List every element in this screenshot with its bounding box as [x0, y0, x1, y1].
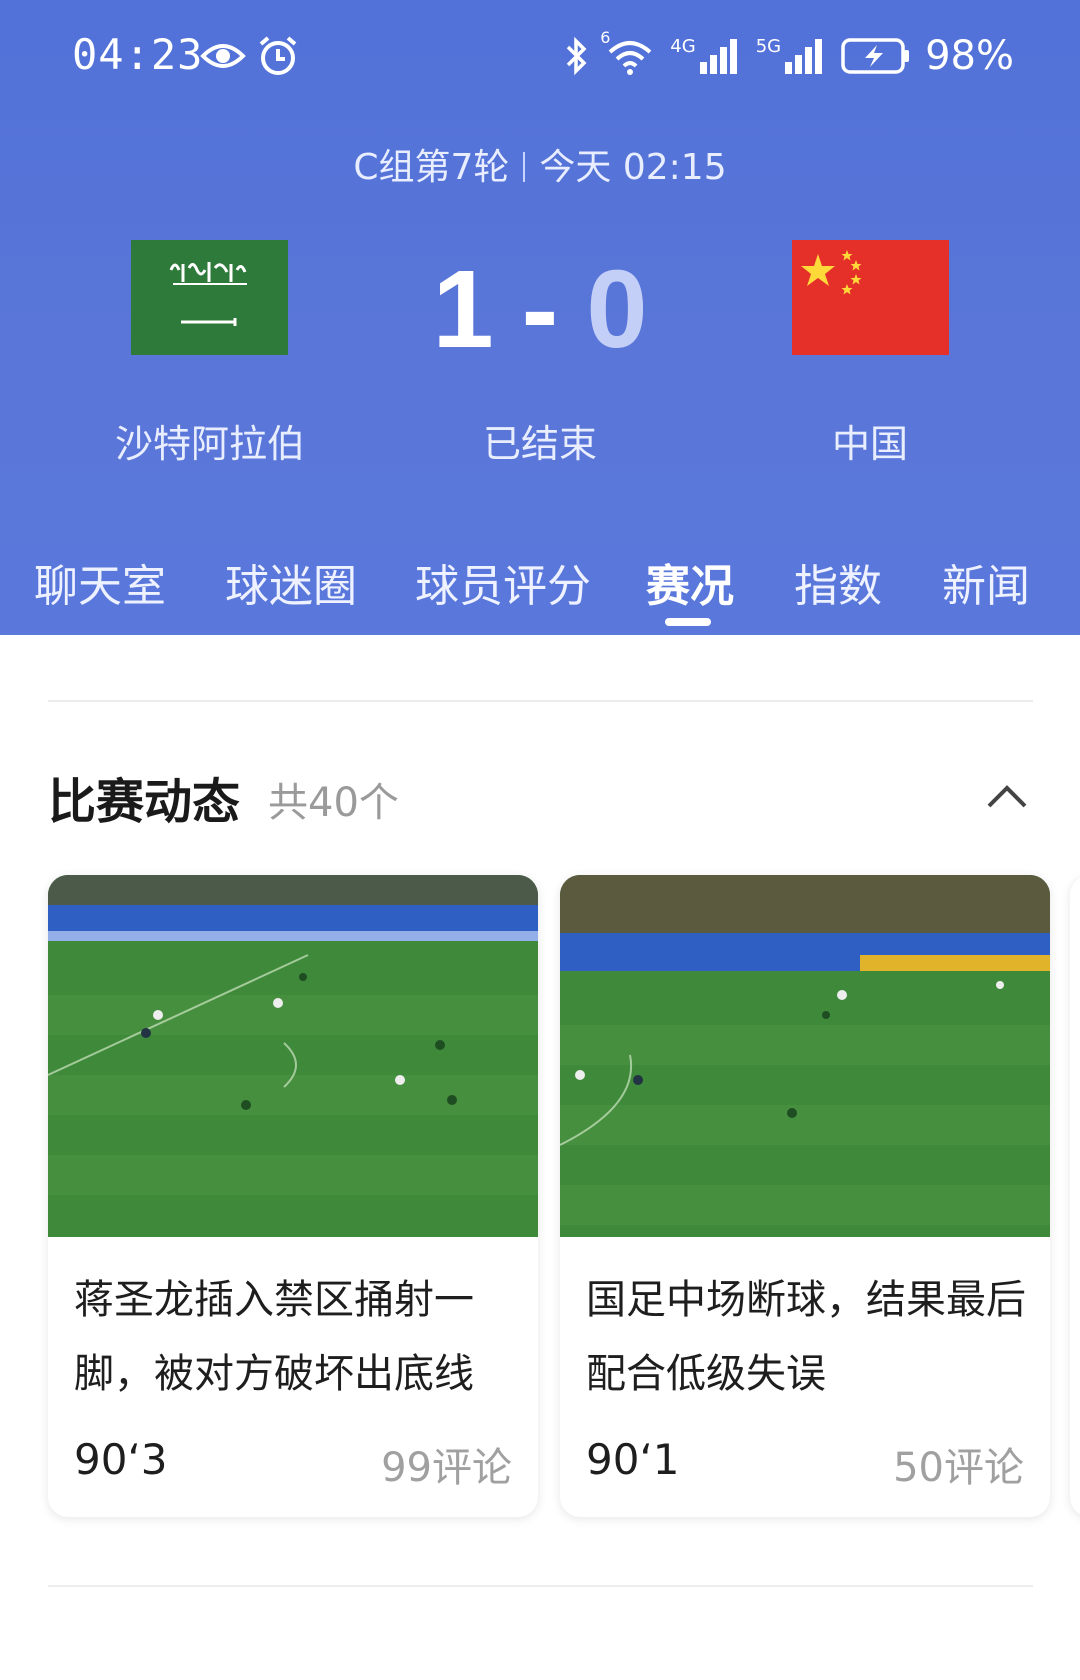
- status-time: 04:23: [72, 30, 204, 79]
- tab-index[interactable]: 指数: [794, 550, 882, 614]
- tab-news[interactable]: 新闻: [942, 550, 1030, 614]
- battery-percent: 98%: [925, 33, 1014, 79]
- tab-fan-circle[interactable]: 球迷圈: [225, 550, 357, 614]
- home-team-name[interactable]: 沙特阿拉伯: [60, 413, 360, 468]
- tab-match-live[interactable]: 赛况: [646, 550, 734, 614]
- section-count: 共40个: [268, 780, 399, 826]
- event-card-peek[interactable]: [1070, 875, 1080, 1517]
- comment-count[interactable]: 50评论: [893, 1435, 1024, 1493]
- info-divider: [523, 152, 526, 182]
- divider-bottom: [48, 1585, 1033, 1587]
- score-separator: -: [521, 248, 559, 371]
- signal-4g-icon: 4G: [670, 36, 741, 76]
- eye-icon: [200, 44, 246, 68]
- match-time: 今天 02:15: [539, 147, 727, 188]
- chevron-up-icon[interactable]: [984, 780, 1030, 812]
- video-thumbnail[interactable]: [560, 875, 1050, 1237]
- event-caption: 国足中场断球，结果最后配合低级失误: [586, 1277, 1026, 1397]
- match-round: C组第7轮: [353, 147, 510, 188]
- video-thumbnail[interactable]: [48, 875, 538, 1237]
- bluetooth-icon: [567, 36, 587, 76]
- match-header: 04:23 6 4G 5G 98% C组第7轮 今天 02:15 1 - 0 沙…: [0, 0, 1080, 635]
- event-caption: 蒋圣龙插入禁区捅射一脚，被对方破坏出底线: [74, 1277, 474, 1397]
- comment-count[interactable]: 99评论: [381, 1435, 512, 1493]
- battery-charging-icon: [841, 38, 910, 74]
- network-label-2: 5G: [755, 36, 782, 57]
- divider-top: [48, 700, 1033, 702]
- event-time: 90‘1: [586, 1435, 680, 1484]
- event-card[interactable]: 国足中场断球，结果最后配合低级失误 90‘1 50评论: [560, 875, 1050, 1517]
- tab-chatroom[interactable]: 聊天室: [34, 550, 166, 614]
- signal-5g-icon: 5G: [756, 36, 827, 76]
- event-time: 90‘3: [74, 1435, 168, 1484]
- active-tab-indicator: [665, 618, 711, 626]
- home-score: 1: [432, 248, 494, 371]
- china-flag-icon[interactable]: [792, 240, 949, 355]
- status-right: 6 4G 5G 98%: [564, 28, 1014, 79]
- event-card[interactable]: 蒋圣龙插入禁区捅射一脚，被对方破坏出底线 90‘3 99评论: [48, 875, 538, 1517]
- match-info: C组第7轮 今天 02:15: [0, 138, 1080, 190]
- match-status: 已结束: [482, 422, 597, 466]
- alarm-icon: [259, 36, 297, 75]
- tab-bar: 聊天室 球迷圈 球员评分 赛况 指数 新闻: [0, 510, 1080, 635]
- network-label-1: 4G: [670, 36, 696, 57]
- wifi-icon: 6: [600, 28, 656, 78]
- away-score: 0: [586, 248, 648, 371]
- tab-player-ratings[interactable]: 球员评分: [415, 550, 591, 614]
- section-title: 比赛动态: [48, 774, 241, 830]
- wifi-badge: 6: [600, 28, 611, 47]
- status-bar: 04:23 6 4G 5G 98%: [0, 0, 1080, 110]
- away-team-name[interactable]: 中国: [720, 413, 1020, 468]
